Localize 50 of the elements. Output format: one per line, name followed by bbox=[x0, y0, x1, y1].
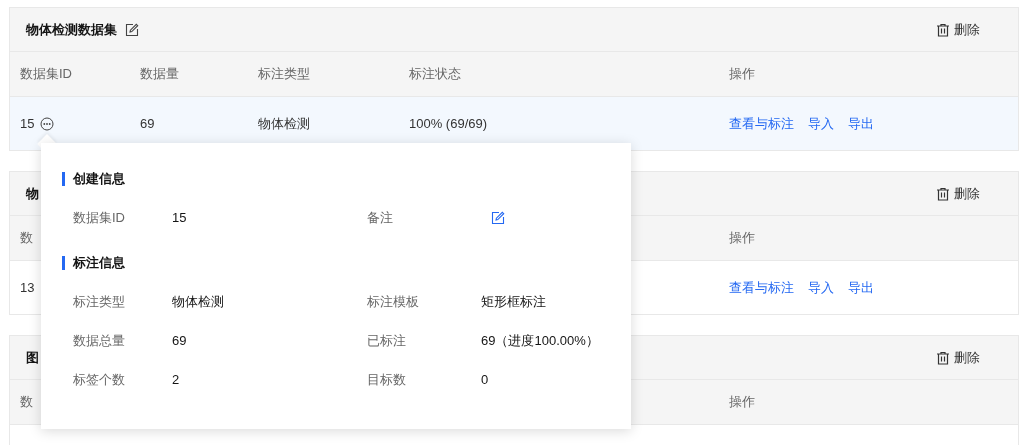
table-cell-text: 100% (69/69) bbox=[409, 114, 488, 133]
field-label: 已标注 bbox=[367, 331, 407, 350]
column-header: 数据集ID bbox=[20, 66, 72, 82]
table-row[interactable]: 15 69 物体检测 100% (69/69) 查看与标注 导入 导出 bbox=[10, 97, 1018, 150]
field-label: 备注 bbox=[367, 208, 394, 227]
table-cell-text: 15 bbox=[20, 114, 35, 133]
trash-icon bbox=[936, 22, 950, 37]
column-header: 标注类型 bbox=[258, 66, 310, 82]
action-link[interactable]: 导入 bbox=[808, 113, 834, 134]
column-header: 数 bbox=[20, 230, 33, 246]
field-value: 2 bbox=[172, 371, 180, 387]
trash-icon bbox=[936, 186, 950, 201]
edit-icon[interactable] bbox=[491, 211, 505, 226]
field-label: 标注模板 bbox=[367, 292, 420, 311]
field-value: 矩形框标注 bbox=[481, 293, 546, 309]
action-link[interactable]: 导出 bbox=[848, 113, 874, 134]
field-value: 69（进度100.00%） bbox=[481, 332, 599, 348]
column-header: 标注状态 bbox=[409, 66, 461, 82]
action-link[interactable]: 导出 bbox=[848, 277, 874, 298]
column-header: 操作 bbox=[729, 394, 755, 410]
delete-button[interactable]: 删除 bbox=[936, 19, 980, 40]
action-link[interactable]: 查看与标注 bbox=[729, 113, 794, 134]
field-label: 标签个数 bbox=[73, 370, 126, 389]
section-title: 标注信息 bbox=[73, 253, 125, 272]
column-header: 操作 bbox=[729, 230, 755, 246]
field-value: 69 bbox=[172, 332, 187, 348]
table-cell-text: 物体检测 bbox=[258, 114, 310, 133]
dataset-title: 图 bbox=[26, 348, 39, 367]
edit-icon[interactable] bbox=[125, 22, 139, 37]
field-value: 物体检测 bbox=[172, 293, 224, 309]
table-cell-text: 69 bbox=[140, 114, 155, 133]
section-title: 创建信息 bbox=[73, 169, 125, 188]
column-header: 数 bbox=[20, 394, 33, 410]
field-label: 数据集ID bbox=[73, 208, 126, 227]
delete-button[interactable]: 删除 bbox=[936, 183, 980, 204]
dataset-title: 物 bbox=[26, 184, 39, 203]
dataset-title: 物体检测数据集 bbox=[26, 20, 117, 39]
more-icon[interactable] bbox=[40, 116, 55, 131]
action-link[interactable]: 导入 bbox=[808, 277, 834, 298]
table-cell-text: 13 bbox=[20, 278, 35, 297]
delete-button[interactable]: 删除 bbox=[936, 347, 980, 368]
action-link[interactable]: 查看与标注 bbox=[729, 277, 794, 298]
column-header: 操作 bbox=[729, 66, 755, 82]
trash-icon bbox=[936, 350, 950, 365]
field-label: 目标数 bbox=[367, 370, 407, 389]
column-header: 数据量 bbox=[140, 66, 179, 82]
field-value: 0 bbox=[481, 371, 489, 387]
field-label: 标注类型 bbox=[73, 292, 126, 311]
field-label: 数据总量 bbox=[73, 331, 126, 350]
field-value: 15 bbox=[172, 209, 187, 225]
